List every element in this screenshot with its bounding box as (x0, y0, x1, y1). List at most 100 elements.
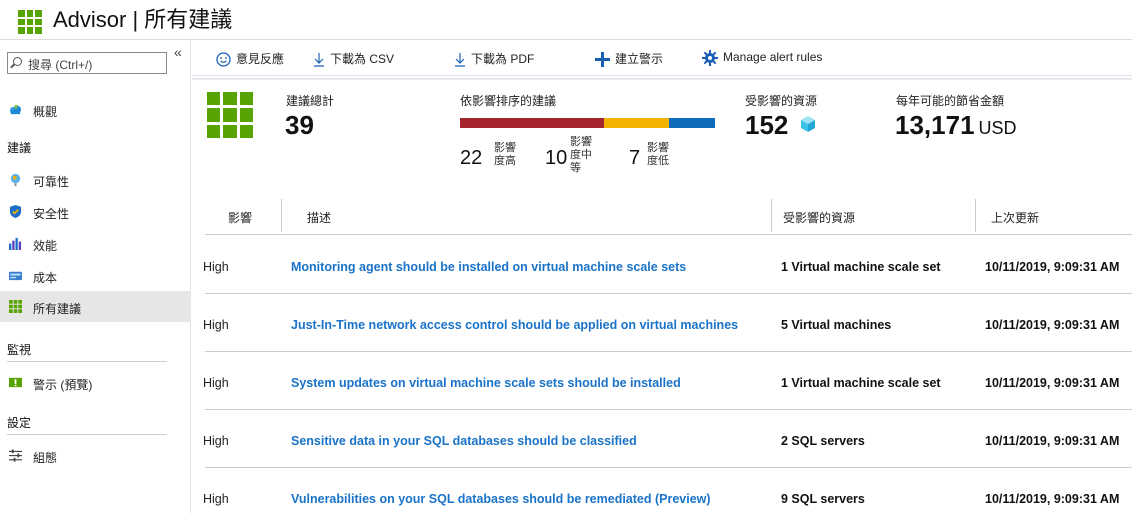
shield-icon (9, 205, 22, 218)
table-header: 影響 描述 受影響的資源 上次更新 (205, 199, 1132, 235)
feedback-label: 意見反應 (236, 52, 285, 66)
impact-sorted-label: 依影響排序的建議 (460, 94, 557, 108)
row-last-updated: 10/11/2019, 9:09:31 AM (985, 492, 1120, 506)
download-csv-button[interactable]: 下載為 CSV (313, 50, 394, 67)
row-impact: High (203, 376, 229, 390)
sidebar-item-overview[interactable]: 概觀 (0, 94, 191, 125)
title-bar: Advisor | 所有建議 (0, 0, 1132, 40)
annual-savings-value: 13,171 USD (895, 110, 1017, 141)
section-divider (7, 434, 167, 435)
manage-alert-rules-button[interactable]: Manage alert rules (702, 50, 822, 66)
affected-resources-label: 受影響的資源 (745, 94, 818, 108)
sidebar-item-label: 組態 (33, 451, 58, 465)
impact-low-count: 7 (629, 147, 641, 169)
impact-bar (460, 118, 715, 128)
column-header-description[interactable]: 描述 (307, 209, 331, 226)
table-row[interactable]: High Sensitive data in your SQL database… (203, 410, 1132, 468)
impact-medium-count: 10 (545, 147, 568, 169)
row-affected-resources: 1 Virtual machine scale set (781, 260, 941, 274)
settings-sliders-icon (9, 449, 22, 462)
sidebar-item-label: 概觀 (33, 105, 58, 119)
row-description-link[interactable]: System updates on virtual machine scale … (291, 376, 681, 390)
sidebar-item-cost[interactable]: 成本 (0, 260, 191, 291)
row-affected-resources: 1 Virtual machine scale set (781, 376, 941, 390)
sidebar-item-label: 可靠性 (33, 175, 70, 189)
section-divider (7, 361, 167, 362)
table-row[interactable]: High Just-In-Time network access control… (203, 294, 1132, 352)
impact-bar-low (669, 118, 715, 128)
row-last-updated: 10/11/2019, 9:09:31 AM (985, 318, 1120, 332)
manage-alert-rules-label: Manage alert rules (723, 50, 823, 65)
sidebar-item-label: 成本 (33, 271, 58, 285)
annual-savings-unit: USD (978, 118, 1017, 138)
cube-icon (801, 116, 815, 132)
annual-savings-label: 每年可能的節省金額 (896, 94, 1005, 108)
row-last-updated: 10/11/2019, 9:09:31 AM (985, 260, 1120, 274)
sidebar-item-all-recommendations[interactable]: 所有建議 (0, 291, 191, 322)
section-title-settings: 設定 (7, 416, 32, 430)
row-affected-resources: 2 SQL servers (781, 434, 865, 448)
column-separator (975, 199, 976, 232)
sidebar-item-performance[interactable]: 效能 (0, 228, 191, 259)
column-header-last-updated[interactable]: 上次更新 (991, 209, 1039, 226)
plus-icon (595, 52, 610, 68)
row-description-link[interactable]: Monitoring agent should be installed on … (291, 260, 686, 274)
smiley-icon (216, 52, 231, 67)
sidebar-item-configuration[interactable]: 組態 (0, 440, 191, 471)
column-header-affected-resources[interactable]: 受影響的資源 (783, 209, 855, 226)
column-header-impact[interactable]: 影響 (228, 209, 252, 226)
grid-icon (9, 300, 22, 313)
row-last-updated: 10/11/2019, 9:09:31 AM (985, 434, 1120, 448)
row-impact: High (203, 434, 229, 448)
sidebar: 搜尋 (Ctrl+/) « 概觀 建議 可靠性 安全性 效能 成本 所有建議 監… (0, 40, 191, 513)
row-last-updated: 10/11/2019, 9:09:31 AM (985, 376, 1120, 390)
column-separator (771, 199, 772, 232)
impact-medium-label: 影響度中等 (570, 136, 592, 174)
cost-icon (9, 271, 22, 281)
impact-bar-medium (603, 118, 670, 128)
column-separator (281, 199, 282, 232)
summary-panel: 建議總計 39 依影響排序的建議 22 影響度高 10 影響度中等 7 影響度低… (192, 78, 1132, 190)
table-row[interactable]: High Vulnerabilities on your SQL databas… (203, 468, 1132, 526)
sidebar-item-label: 效能 (33, 239, 58, 253)
section-title-recommendations: 建議 (7, 141, 32, 155)
impact-high-count: 22 (460, 147, 483, 169)
download-icon (314, 53, 324, 67)
row-affected-resources: 9 SQL servers (781, 492, 865, 506)
sidebar-item-label: 安全性 (33, 207, 70, 221)
command-bar: 意見反應 下載為 CSV 下載為 PDF 建立警示 Manage alert r… (192, 40, 1132, 76)
performance-bars-icon (9, 237, 22, 250)
download-pdf-button[interactable]: 下載為 PDF (454, 50, 534, 67)
table-row[interactable]: High System updates on virtual machine s… (203, 352, 1132, 410)
impact-low-label: 影響度低 (647, 142, 669, 167)
annual-savings-amount: 13,171 (895, 110, 975, 140)
collapse-sidebar-button[interactable]: « (174, 44, 182, 60)
row-description-link[interactable]: Sensitive data in your SQL databases sho… (291, 434, 637, 448)
download-icon (455, 53, 465, 67)
sidebar-item-alerts[interactable]: 警示 (預覽) (0, 367, 191, 398)
row-description-link[interactable]: Just-In-Time network access control shou… (291, 318, 738, 332)
sidebar-item-label: 警示 (預覽) (33, 378, 93, 392)
row-affected-resources: 5 Virtual machines (781, 318, 892, 332)
row-description-link[interactable]: Vulnerabilities on your SQL databases sh… (291, 492, 711, 506)
create-alert-label: 建立警示 (615, 52, 664, 66)
search-placeholder: 搜尋 (Ctrl+/) (28, 58, 93, 72)
sidebar-item-security[interactable]: 安全性 (0, 196, 191, 227)
create-alert-button[interactable]: 建立警示 (595, 50, 664, 68)
advisor-grid-icon (18, 10, 42, 34)
sidebar-item-reliability[interactable]: 可靠性 (0, 164, 191, 195)
section-title-monitoring: 監視 (7, 343, 32, 357)
affected-resources-value: 152 (745, 110, 789, 140)
download-pdf-label: 下載為 PDF (471, 52, 535, 66)
total-recommendations-value: 39 (285, 110, 314, 140)
feedback-button[interactable]: 意見反應 (216, 50, 284, 67)
search-input[interactable]: 搜尋 (Ctrl+/) (7, 52, 167, 74)
cloud-icon (9, 104, 22, 115)
total-recommendations-label: 建議總計 (286, 94, 335, 108)
row-impact: High (203, 318, 229, 332)
impact-high-label: 影響度高 (494, 142, 516, 167)
sidebar-item-label: 所有建議 (33, 302, 82, 316)
gear-icon (702, 50, 718, 66)
row-impact: High (203, 492, 229, 506)
table-row[interactable]: High Monitoring agent should be installe… (203, 236, 1132, 294)
